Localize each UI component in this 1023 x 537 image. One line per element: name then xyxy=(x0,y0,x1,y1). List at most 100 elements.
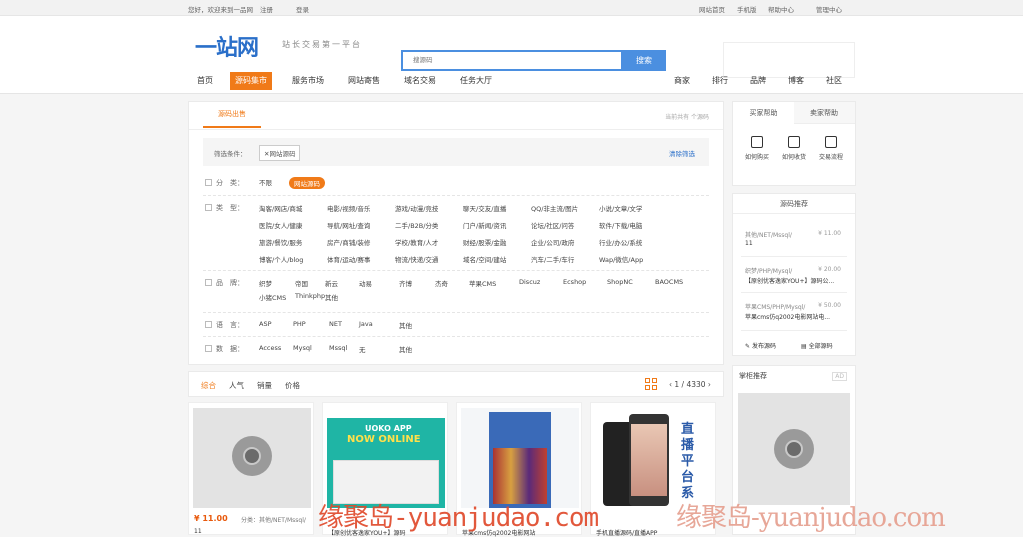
rec-item-title[interactable]: 【原创优客逸家YOU+】源码公... xyxy=(745,276,834,285)
filter-option-type[interactable]: 电影/视频/音乐 xyxy=(327,203,370,213)
filter-option-database[interactable]: 无 xyxy=(359,344,366,354)
nav-item-consignment[interactable]: 网站寄售 xyxy=(348,72,380,90)
filter-option-type[interactable]: 软件/下载/电脑 xyxy=(599,220,642,230)
filter-option-brand[interactable]: Discuz xyxy=(519,278,540,286)
filter-option-language[interactable]: Java xyxy=(359,320,373,328)
filter-option-brand[interactable]: BAOCMS xyxy=(655,278,683,286)
filter-option-database[interactable]: Mssql xyxy=(329,344,347,352)
filter-option-type[interactable]: 体育/运动/赛事 xyxy=(327,254,370,264)
filter-option-brand[interactable]: 动易 xyxy=(359,278,372,288)
filter-option-category[interactable]: 网站源码 xyxy=(289,177,325,189)
rec-item-category[interactable]: 苹果CMS/PHP/Mysql/ xyxy=(745,302,805,311)
rec-item-title[interactable]: 苹果cms仿q2002电影网站电... xyxy=(745,312,830,321)
filter-option-brand[interactable]: 其他 xyxy=(325,292,338,302)
site-logo[interactable]: 一站网 xyxy=(195,30,259,62)
filter-option-brand[interactable]: 苹果CMS xyxy=(469,278,496,288)
sort-sales[interactable]: 销量 xyxy=(257,380,272,391)
filter-option-type[interactable]: 医院/女人/健康 xyxy=(259,220,302,230)
filter-option-type[interactable]: 行业/办公/系统 xyxy=(599,237,642,247)
how-to-receive-link[interactable]: 如何收货 xyxy=(777,136,811,161)
search-input[interactable] xyxy=(403,52,621,69)
publish-source-button[interactable]: ✎ 发布源码 xyxy=(745,341,776,350)
trade-process-link[interactable]: 交易流程 xyxy=(814,136,848,161)
product-title[interactable]: 11 xyxy=(194,528,202,535)
sort-price[interactable]: 价格 xyxy=(285,380,300,391)
filter-option-type[interactable]: QQ/非主流/图片 xyxy=(531,203,578,213)
filter-option-database[interactable]: Mysql xyxy=(293,344,312,352)
tab-buyer-help[interactable]: 买家帮助 xyxy=(733,102,794,124)
nav-item-home[interactable]: 首页 xyxy=(197,72,213,90)
rec-item-category[interactable]: 织梦/PHP/Mysql/ xyxy=(745,266,792,275)
grid-view-icon[interactable] xyxy=(645,378,657,390)
top-link-admin[interactable]: 管理中心 xyxy=(816,4,842,14)
filter-option-type[interactable]: 门户/新闻/资讯 xyxy=(463,220,506,230)
product-image[interactable] xyxy=(193,408,311,508)
filter-option-type[interactable]: 导航/网址/查询 xyxy=(327,220,370,230)
filter-option-database[interactable]: Access xyxy=(259,344,281,352)
nav-item-community[interactable]: 社区 xyxy=(826,72,842,90)
product-image[interactable] xyxy=(461,408,579,508)
filter-option-brand[interactable]: 齐博 xyxy=(399,278,412,288)
top-link-home[interactable]: 网站首页 xyxy=(699,4,725,14)
top-link-help[interactable]: 帮助中心 xyxy=(768,4,794,14)
filter-option-brand[interactable]: 新云 xyxy=(325,278,338,288)
filter-option-type[interactable]: 博客/个人/blog xyxy=(259,254,303,264)
filter-option-type[interactable]: 二手/B2B/分类 xyxy=(395,220,438,230)
product-title[interactable]: 手机直播源码/直播APP xyxy=(596,528,657,537)
filter-option-language[interactable]: PHP xyxy=(293,320,306,328)
filter-option-type[interactable]: 游戏/动漫/竞技 xyxy=(395,203,438,213)
search-button[interactable]: 搜索 xyxy=(622,50,666,71)
product-card[interactable]: ¥ 11.00 分类：其他/NET/Mssql/ 11 xyxy=(188,402,314,535)
filter-option-type[interactable]: 聊天/交友/直播 xyxy=(463,203,506,213)
nav-item-brands[interactable]: 品牌 xyxy=(750,72,766,90)
filter-option-type[interactable]: 论坛/社区/问答 xyxy=(531,220,574,230)
filter-option-type[interactable]: 汽车/二手/车行 xyxy=(531,254,574,264)
top-link-mobile[interactable]: 手机版 xyxy=(737,4,757,14)
nav-item-merchants[interactable]: 商家 xyxy=(674,72,690,90)
sort-overall[interactable]: 综合 xyxy=(201,380,216,391)
nav-item-source-market[interactable]: 源码集市 xyxy=(230,72,272,90)
pager[interactable]: ‹ 1 / 4330 › xyxy=(669,380,711,389)
nav-item-blog[interactable]: 博客 xyxy=(788,72,804,90)
rec-item-title[interactable]: 11 xyxy=(745,240,753,247)
filter-option-brand[interactable]: Thinkphp xyxy=(295,292,325,300)
filter-option-language[interactable]: ASP xyxy=(259,320,272,328)
product-image[interactable]: UOKO APP NOW ONLINE xyxy=(327,408,445,508)
how-to-buy-link[interactable]: 如何购买 xyxy=(740,136,774,161)
filter-option-brand[interactable]: 小猪CMS xyxy=(259,292,286,302)
register-link[interactable]: 注册 xyxy=(260,4,273,14)
filter-option-type[interactable]: 小说/文章/文学 xyxy=(599,203,642,213)
all-source-button[interactable]: ▤ 全部源码 xyxy=(801,341,833,350)
filter-option-brand[interactable]: Ecshop xyxy=(563,278,586,286)
filter-option-type[interactable]: 学校/教育/人才 xyxy=(395,237,438,247)
tab-source-sale[interactable]: 源码出售 xyxy=(203,109,261,128)
clear-filters-link[interactable]: 清除筛选 xyxy=(669,148,695,158)
product-image[interactable]: 直播平台系 xyxy=(595,408,713,508)
sort-popularity[interactable]: 人气 xyxy=(229,380,244,391)
ad-image[interactable] xyxy=(738,393,850,505)
nav-item-domains[interactable]: 域名交易 xyxy=(404,72,436,90)
filter-option-brand[interactable]: 帝国 xyxy=(295,278,308,288)
filter-option-language[interactable]: 其他 xyxy=(399,320,412,330)
nav-item-tasks[interactable]: 任务大厅 xyxy=(460,72,492,90)
filter-option-language[interactable]: NET xyxy=(329,320,342,328)
rec-item-category[interactable]: 其他/NET/Mssql/ xyxy=(745,230,792,239)
login-link[interactable]: 登录 xyxy=(296,4,309,14)
tab-seller-help[interactable]: 卖家帮助 xyxy=(810,108,838,118)
filter-option-type[interactable]: 财经/股票/金融 xyxy=(463,237,506,247)
filter-option-database[interactable]: 其他 xyxy=(399,344,412,354)
filter-chip[interactable]: ✕网站源码 xyxy=(259,145,301,161)
filter-option-type[interactable]: 企业/公司/政府 xyxy=(531,237,574,247)
nav-item-ranking[interactable]: 排行 xyxy=(712,72,728,90)
filter-option-brand[interactable]: ShopNC xyxy=(607,278,633,286)
filter-option-brand[interactable]: 织梦 xyxy=(259,278,272,288)
filter-option-type[interactable]: 房产/商铺/装修 xyxy=(327,237,370,247)
filter-option-type[interactable]: 旅游/餐饮/服务 xyxy=(259,237,302,247)
filter-option-type[interactable]: 物流/快递/交通 xyxy=(395,254,438,264)
filter-option-category[interactable]: 不限 xyxy=(259,177,272,187)
filter-option-type[interactable]: 域名/空间/建站 xyxy=(463,254,506,264)
nav-item-services[interactable]: 服务市场 xyxy=(292,72,324,90)
filter-option-type[interactable]: Wap/微信/App xyxy=(599,254,643,264)
filter-option-brand[interactable]: 杰奇 xyxy=(435,278,448,288)
filter-option-type[interactable]: 淘客/网店/商城 xyxy=(259,203,302,213)
